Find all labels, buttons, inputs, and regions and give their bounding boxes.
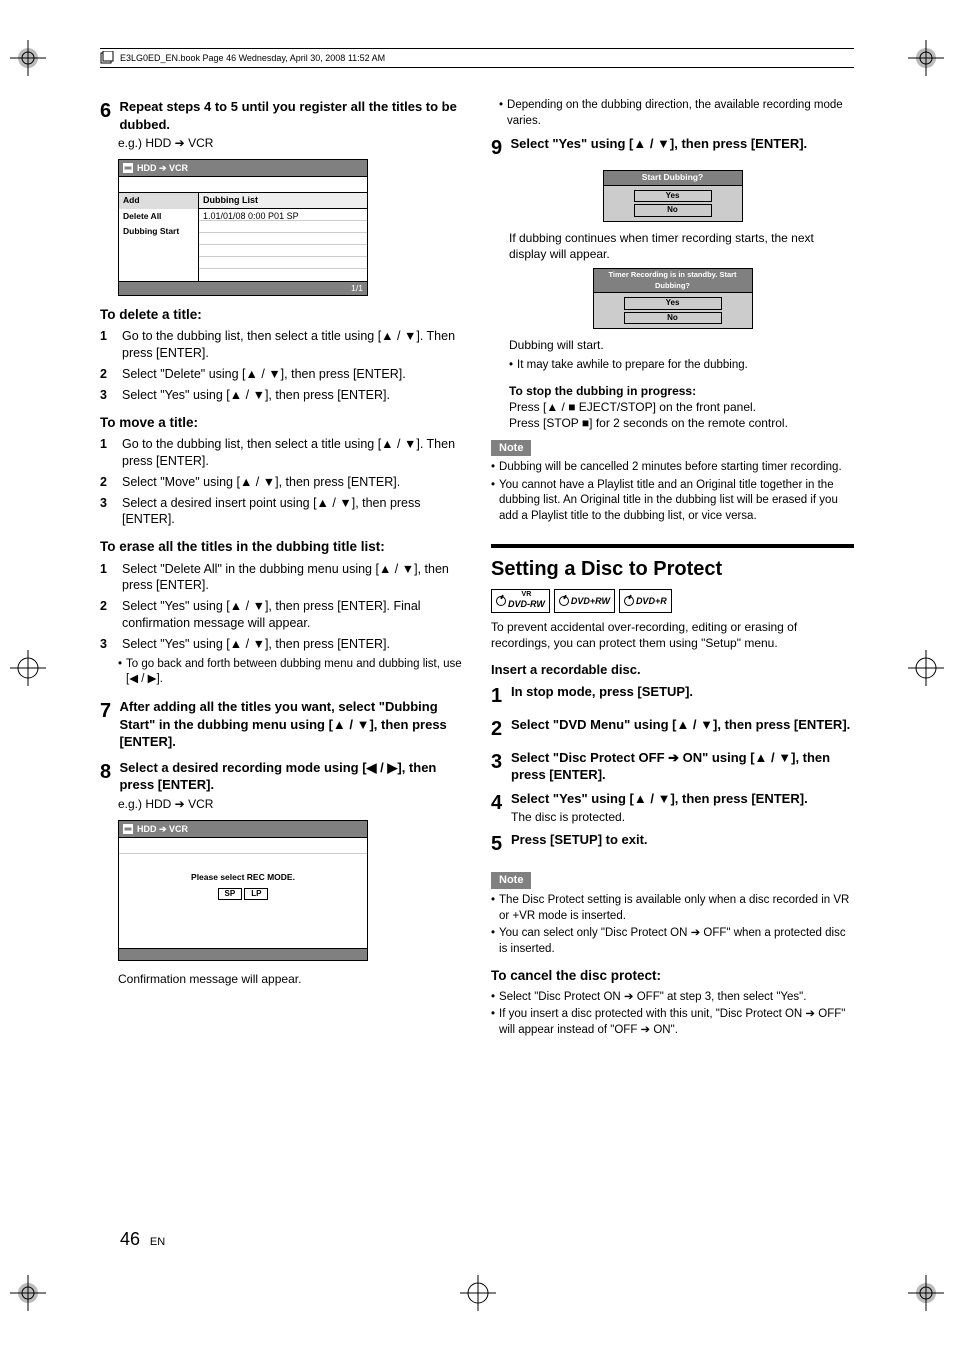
- move-steps: 1Go to the dubbing list, then select a t…: [100, 436, 463, 528]
- section-title: Setting a Disc to Protect: [491, 556, 854, 583]
- mode-sp: SP: [218, 888, 243, 901]
- right-column: •Depending on the dubbing direction, the…: [491, 98, 854, 1040]
- erase-note: •To go back and forth between dubbing me…: [118, 657, 463, 688]
- erase-head: To erase all the titles in the dubbing t…: [100, 538, 463, 556]
- step-text: Select "Yes" using [▲ / ▼], then press […: [510, 135, 851, 153]
- stop-dubbing-head: To stop the dubbing in progress:: [509, 383, 854, 399]
- screen-titlebar: HDD ➔ VCR: [119, 821, 367, 838]
- cancel-list: •Select "Disc Protect ON ➔ OFF" at step …: [491, 990, 854, 1039]
- dialog-yes: Yes: [634, 190, 712, 203]
- step-8: 8 Select a desired recording mode using …: [100, 759, 463, 812]
- insert-disc: Insert a recordable disc.: [491, 661, 854, 679]
- disc-icon: [624, 596, 634, 606]
- note-list-2: •The Disc Protect setting is available o…: [491, 893, 854, 957]
- dubbing-list-header: Dubbing List: [199, 193, 367, 208]
- side-add: Add: [119, 193, 198, 208]
- left-column: 6 Repeat steps 4 to 5 until you register…: [100, 98, 463, 1040]
- header-book-info: E3LG0ED_EN.book Page 46 Wednesday, April…: [100, 48, 854, 68]
- delete-title-head: To delete a title:: [100, 306, 463, 324]
- step-7: 7 After adding all the titles you want, …: [100, 698, 463, 751]
- note-list-1: •Dubbing will be cancelled 2 minutes bef…: [491, 460, 854, 524]
- hdd-icon: [123, 824, 133, 834]
- badge-dvd-plus-r: DVD+R: [619, 589, 672, 612]
- badge-dvd-plus-rw: DVD+RW: [554, 589, 615, 612]
- section-divider: [491, 544, 854, 548]
- dialog-no: No: [624, 312, 722, 325]
- disc-badges: VRDVD-RW DVD+RW DVD+R: [491, 589, 854, 612]
- timer-standby-dialog: Timer Recording is in standby. Start Dub…: [593, 268, 753, 329]
- protect-step-2: 2 Select "DVD Menu" using [▲ / ▼], then …: [491, 716, 854, 743]
- crop-mark-bottom-right: [908, 1275, 944, 1311]
- protect-step-1: 1 In stop mode, press [SETUP].: [491, 683, 854, 710]
- confirm-msg: Confirmation message will appear.: [118, 971, 463, 987]
- note-label-2: Note: [491, 872, 531, 889]
- screen-title: HDD ➔ VCR: [137, 823, 188, 835]
- side-dubbing-start: Dubbing Start: [119, 224, 198, 239]
- disc-icon: [559, 596, 569, 606]
- start-dubbing-dialog: Start Dubbing? Yes No: [603, 170, 743, 222]
- move-title-head: To move a title:: [100, 414, 463, 432]
- rec-mode-screen: HDD ➔ VCR Please select REC MODE. SP LP: [118, 820, 368, 961]
- step-text: Select a desired recording mode using [◀…: [119, 759, 460, 794]
- protect-step-4: 4 Select "Yes" using [▲ / ▼], then press…: [491, 790, 854, 826]
- dub-start-bullet: •It may take awhile to prepare for the d…: [509, 358, 854, 374]
- step-9: 9 Select "Yes" using [▲ / ▼], then press…: [491, 135, 854, 162]
- badge-dvd-rw: VRDVD-RW: [491, 589, 550, 612]
- dialog-no: No: [634, 204, 712, 217]
- top-bullet: •Depending on the dubbing direction, the…: [499, 98, 854, 129]
- disc-icon: [496, 596, 506, 606]
- erase-steps: 1Select "Delete All" in the dubbing menu…: [100, 561, 463, 653]
- content-columns: 6 Repeat steps 4 to 5 until you register…: [100, 98, 854, 1040]
- screen-title: HDD ➔ VCR: [137, 162, 188, 174]
- rec-mode-msg: Please select REC MODE.: [123, 872, 363, 883]
- note-label: Note: [491, 440, 531, 457]
- hdd-icon: [123, 163, 133, 173]
- step8-example: e.g.) HDD ➔ VCR: [118, 796, 463, 812]
- stop-line1: Press [▲ / ■ EJECT/STOP] on the front pa…: [509, 399, 854, 415]
- page: E3LG0ED_EN.book Page 46 Wednesday, April…: [0, 0, 954, 1351]
- mode-lp: LP: [244, 888, 268, 901]
- step-text: After adding all the titles you want, se…: [119, 698, 460, 751]
- step-number: 7: [100, 698, 116, 725]
- screen-footer: 1/1: [119, 281, 367, 295]
- delete-steps: 1Go to the dubbing list, then select a t…: [100, 328, 463, 404]
- step-6: 6 Repeat steps 4 to 5 until you register…: [100, 98, 463, 151]
- crop-mark-bottom-left: [10, 1275, 46, 1311]
- after-dialog1: If dubbing continues when timer recordin…: [509, 230, 854, 262]
- step-text: Repeat steps 4 to 5 until you register a…: [119, 98, 460, 133]
- side-delete-all: Delete All: [119, 209, 198, 224]
- protect-step-3: 3 Select "Disc Protect OFF ➔ ON" using […: [491, 749, 854, 784]
- cancel-protect-head: To cancel the disc protect:: [491, 967, 854, 985]
- dubbing-list-screen: HDD ➔ VCR Add Delete All Dubbing Start D…: [118, 159, 368, 296]
- book-icon: [100, 51, 114, 65]
- crop-mark-bottom-center: [460, 1275, 496, 1311]
- protect-intro: To prevent accidental over-recording, ed…: [491, 619, 854, 651]
- dialog-header: Start Dubbing?: [604, 171, 742, 185]
- stop-line2: Press [STOP ■] for 2 seconds on the remo…: [509, 415, 854, 431]
- header-text: E3LG0ED_EN.book Page 46 Wednesday, April…: [120, 52, 385, 64]
- dubbing-will-start: Dubbing will start.: [509, 337, 854, 353]
- crop-mark-top-left: [10, 40, 46, 76]
- step-number: 8: [100, 759, 116, 786]
- dubbing-list-row: 1.01/01/08 0:00 P01 SP: [199, 209, 367, 221]
- crop-mark-mid-left: [10, 650, 46, 686]
- page-number: 46 EN: [120, 1227, 165, 1251]
- protect-step-5: 5 Press [SETUP] to exit.: [491, 831, 854, 858]
- dialog-yes: Yes: [624, 297, 722, 310]
- dialog-header: Timer Recording is in standby. Start Dub…: [594, 269, 752, 292]
- step-number: 9: [491, 135, 507, 162]
- screen-titlebar: HDD ➔ VCR: [119, 160, 367, 177]
- step6-example: e.g.) HDD ➔ VCR: [118, 135, 463, 151]
- step-number: 6: [100, 98, 116, 125]
- crop-mark-mid-right: [908, 650, 944, 686]
- crop-mark-top-right: [908, 40, 944, 76]
